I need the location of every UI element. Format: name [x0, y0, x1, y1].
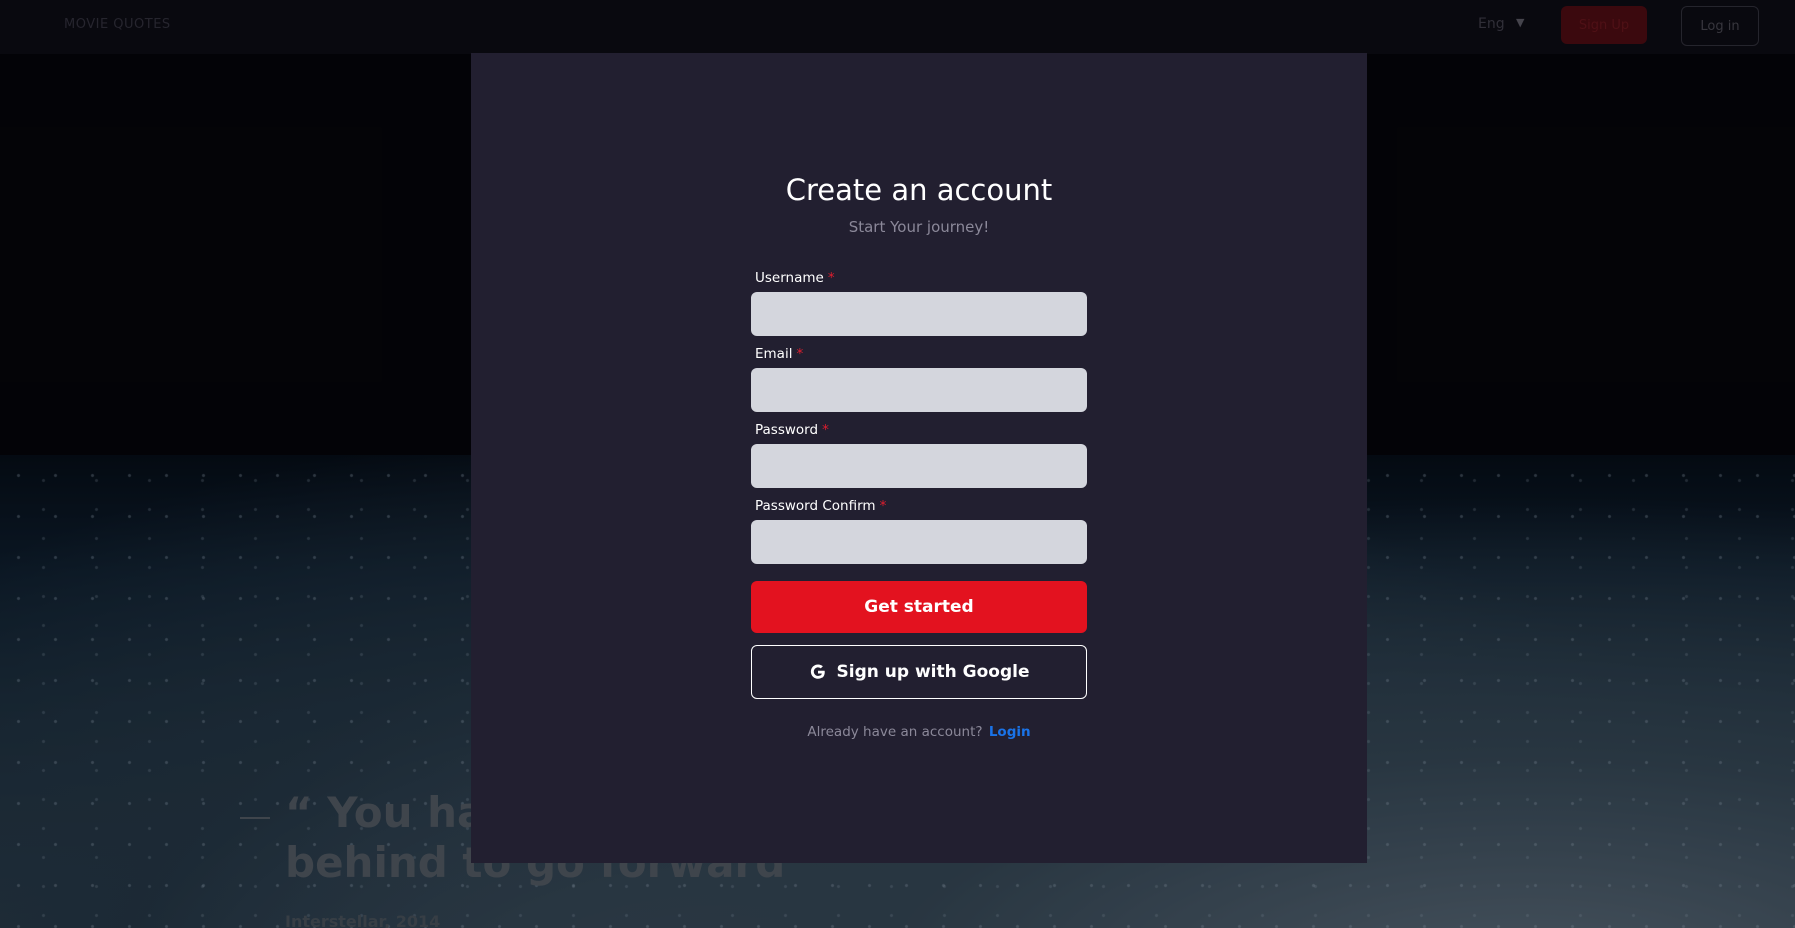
password-input[interactable]	[751, 444, 1087, 488]
email-label: Email *	[755, 346, 804, 362]
google-icon	[810, 664, 825, 679]
required-mark: *	[822, 422, 829, 438]
required-mark: *	[796, 346, 804, 362]
required-mark: *	[879, 498, 887, 514]
signup-modal: Create an account Start Your journey! Us…	[471, 53, 1367, 863]
modal-title: Create an account	[785, 173, 1053, 207]
username-label: Username *	[755, 270, 835, 286]
required-mark: *	[827, 270, 835, 286]
modal-subtitle: Start Your journey!	[848, 218, 990, 236]
login-link[interactable]: Login	[989, 724, 1031, 740]
password-label: Password *	[755, 422, 829, 438]
username-field-group: Username *	[751, 270, 1087, 336]
page: “ You have to leave something behind to …	[0, 0, 1795, 928]
google-signup-label: Sign up with Google	[836, 662, 1030, 682]
email-input[interactable]	[751, 368, 1087, 412]
password-confirm-label: Password Confirm *	[755, 498, 887, 514]
login-prompt: Already have an account? Login	[471, 724, 1367, 740]
password-confirm-input[interactable]	[751, 520, 1087, 564]
username-input[interactable]	[751, 292, 1087, 336]
password-field-group: Password *	[751, 422, 1087, 488]
google-signup-button[interactable]: Sign up with Google	[751, 645, 1087, 699]
login-prompt-text: Already have an account?	[807, 724, 983, 740]
get-started-button[interactable]: Get started	[751, 581, 1087, 633]
password-confirm-field-group: Password Confirm *	[751, 498, 1087, 564]
email-field-group: Email *	[751, 346, 1087, 412]
